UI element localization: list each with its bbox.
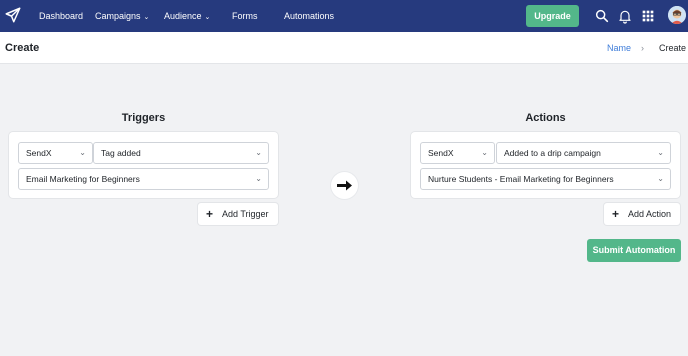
chevron-down-icon: ⌄: [79, 148, 86, 157]
action-event-select[interactable]: Added to a drip campaign ⌄: [496, 142, 671, 164]
trigger-app-value: SendX: [26, 148, 52, 158]
trigger-value-select[interactable]: Email Marketing for Beginners ⌄: [18, 168, 269, 190]
breadcrumb-name-link[interactable]: Name: [607, 32, 631, 64]
chevron-down-icon: ⌄: [204, 14, 211, 21]
trigger-value-text: Email Marketing for Beginners: [26, 174, 140, 184]
chevron-down-icon: ⌄: [481, 148, 488, 157]
trigger-event-value: Tag added: [101, 148, 141, 158]
page-header: Create Name › Create: [0, 32, 688, 64]
actions-card: SendX ⌄ Added to a drip campaign ⌄ Nurtu…: [411, 132, 680, 198]
triggers-card: SendX ⌄ Tag added ⌄ Email Marketing for …: [9, 132, 278, 198]
chevron-down-icon: ⌄: [657, 148, 664, 157]
add-trigger-button[interactable]: + Add Trigger: [198, 203, 278, 225]
breadcrumb-current: Create: [659, 43, 687, 53]
add-trigger-label: Add Trigger: [222, 209, 269, 219]
trigger-event-select[interactable]: Tag added ⌄: [93, 142, 269, 164]
upgrade-button[interactable]: Upgrade: [526, 5, 579, 27]
submit-automation-button[interactable]: Submit Automation: [587, 239, 681, 262]
apps-grid-icon[interactable]: [640, 8, 656, 24]
nav-automations[interactable]: Automations: [284, 0, 334, 32]
trigger-app-select[interactable]: SendX ⌄: [18, 142, 93, 164]
chevron-down-icon: ⌄: [255, 174, 262, 183]
nav-audience[interactable]: Audience ⌄: [164, 0, 210, 32]
add-action-label: Add Action: [628, 209, 672, 219]
chevron-down-icon: ⌄: [657, 174, 664, 183]
actions-title: Actions: [525, 112, 566, 124]
action-app-select[interactable]: SendX ⌄: [420, 142, 495, 164]
action-value-select[interactable]: Nurture Students - Email Marketing for B…: [420, 168, 671, 190]
plus-icon: +: [206, 207, 214, 221]
nav-campaigns[interactable]: Campaigns ⌄: [95, 0, 149, 32]
paper-plane-icon[interactable]: [4, 6, 22, 24]
add-action-button[interactable]: + Add Action: [604, 203, 680, 225]
bell-icon[interactable]: [617, 8, 633, 24]
nav-dashboard[interactable]: Dashboard: [39, 0, 83, 32]
action-app-value: SendX: [428, 148, 454, 158]
nav-automations-label: Automations: [284, 11, 335, 21]
nav-forms-label: Forms: [232, 11, 258, 21]
avatar[interactable]: [668, 6, 686, 24]
triggers-title: Triggers: [121, 112, 166, 124]
chevron-down-icon: ⌄: [143, 14, 150, 21]
breadcrumb-separator: ›: [641, 43, 644, 53]
action-value-text: Nurture Students - Email Marketing for B…: [428, 174, 614, 184]
arrow-right-icon: [337, 180, 352, 191]
user-avatar-icon: [668, 6, 686, 24]
chevron-down-icon: ⌄: [255, 148, 262, 157]
flow-arrow: [331, 172, 358, 199]
nav-dashboard-label: Dashboard: [39, 11, 84, 21]
top-navbar: Dashboard Campaigns ⌄ Audience ⌄ Forms Aut…: [0, 0, 688, 32]
page-title: Create: [5, 42, 40, 54]
nav-audience-label: Audience: [164, 11, 202, 21]
action-event-value: Added to a drip campaign: [504, 148, 601, 158]
search-icon[interactable]: [594, 8, 610, 24]
nav-campaigns-label: Campaigns: [95, 11, 141, 21]
nav-forms[interactable]: Forms: [232, 0, 258, 32]
plus-icon: +: [612, 207, 620, 221]
